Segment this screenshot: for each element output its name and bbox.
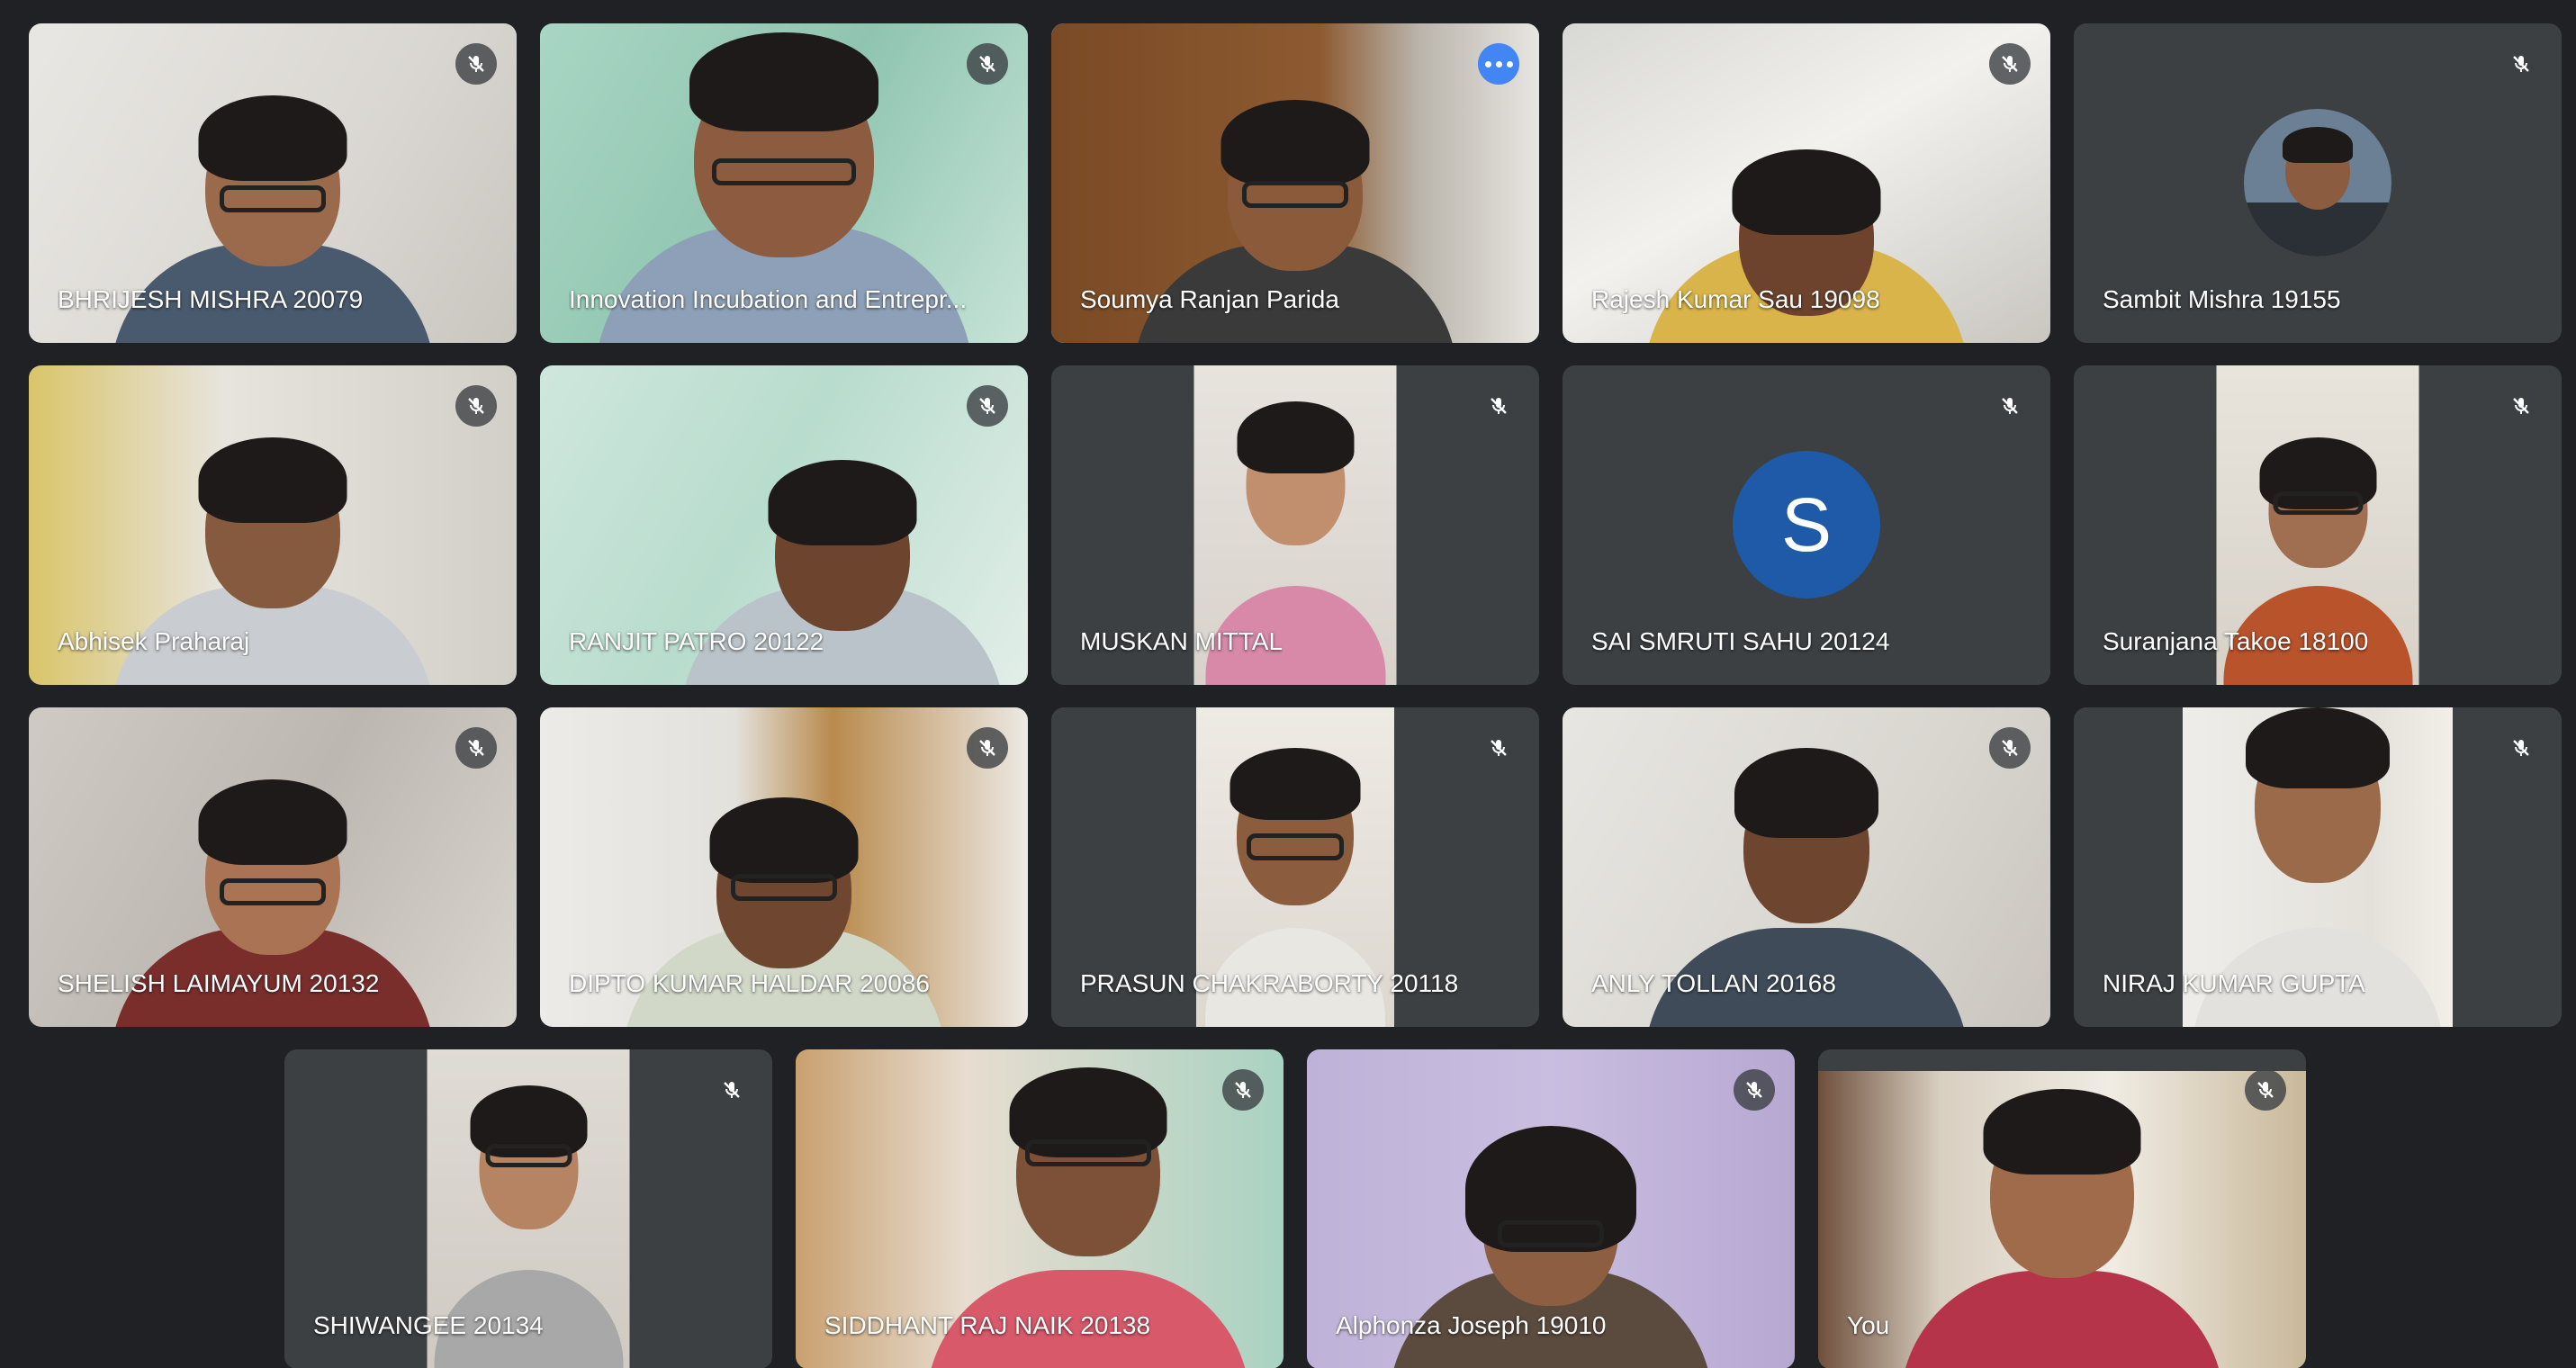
participant-name: ANLY TOLLAN 20168 — [1591, 969, 1836, 997]
participant-video — [1818, 1071, 2306, 1368]
participant-name: RANJIT PATRO 20122 — [569, 627, 824, 655]
mic-off-icon — [455, 43, 497, 85]
mic-off-icon — [1734, 1069, 1775, 1111]
participant-name: Soumya Ranjan Parida — [1080, 285, 1339, 313]
mic-off-icon — [1989, 727, 2031, 769]
participant-tile[interactable]: BHRIJESH MISHRA 20079 — [29, 23, 517, 343]
participant-name: You — [1847, 1311, 1890, 1339]
participant-tile[interactable]: Suranjana Takoe 18100 — [2074, 365, 2562, 685]
mic-off-icon — [2245, 1069, 2286, 1111]
participant-name: Suranjana Takoe 18100 — [2103, 627, 2369, 655]
participant-avatar — [2244, 109, 2391, 256]
mic-off-icon — [455, 727, 497, 769]
participant-tile-self[interactable]: You — [1818, 1049, 2306, 1368]
participant-tile[interactable]: SHELISH LAIMAYUM 20132 — [29, 707, 517, 1027]
participant-name: Alphonza Joseph 19010 — [1336, 1311, 1607, 1339]
participant-name: Innovation Incubation and Entrepr... — [569, 285, 968, 313]
participant-name: Sambit Mishra 19155 — [2103, 285, 2341, 313]
mic-off-icon — [711, 1069, 752, 1111]
participant-tile[interactable]: MUSKAN MITTAL — [1051, 365, 1539, 685]
participant-tile[interactable]: DIPTO KUMAR HALDAR 20086 — [540, 707, 1028, 1027]
participant-name: Rajesh Kumar Sau 19098 — [1591, 285, 1880, 313]
mic-off-icon — [455, 385, 497, 427]
participant-tile[interactable]: PRASUN CHAKRABORTY 20118 — [1051, 707, 1539, 1027]
mic-off-icon — [1478, 727, 1519, 769]
participant-name: MUSKAN MITTAL — [1080, 627, 1283, 655]
mic-off-icon — [2500, 385, 2542, 427]
participant-tile-camera-off[interactable]: S SAI SMRUTI SAHU 20124 — [1563, 365, 2050, 685]
participant-tile[interactable]: ANLY TOLLAN 20168 — [1563, 707, 2050, 1027]
mic-off-icon — [2500, 727, 2542, 769]
mic-off-icon — [1222, 1069, 1264, 1111]
mic-off-icon — [967, 727, 1008, 769]
participant-tile[interactable]: Alphonza Joseph 19010 — [1307, 1049, 1795, 1368]
participant-tile[interactable]: SIDDHANT RAJ NAIK 20138 — [796, 1049, 1283, 1368]
participant-tile-camera-off[interactable]: Sambit Mishra 19155 — [2074, 23, 2562, 343]
participant-avatar-letter: S — [1733, 451, 1880, 598]
participant-tile-active[interactable]: Soumya Ranjan Parida — [1051, 23, 1539, 343]
participant-tile[interactable]: Innovation Incubation and Entrepr... — [540, 23, 1028, 343]
participant-name: DIPTO KUMAR HALDAR 20086 — [569, 969, 930, 997]
mic-off-icon — [2500, 43, 2542, 85]
participant-name: SHELISH LAIMAYUM 20132 — [58, 969, 380, 997]
participant-tile[interactable]: SHIWANGEE 20134 — [284, 1049, 772, 1368]
mic-off-icon — [967, 43, 1008, 85]
participant-name: SAI SMRUTI SAHU 20124 — [1591, 627, 1890, 655]
participant-tile[interactable]: Rajesh Kumar Sau 19098 — [1563, 23, 2050, 343]
participant-tile[interactable]: RANJIT PATRO 20122 — [540, 365, 1028, 685]
participant-name: BHRIJESH MISHRA 20079 — [58, 285, 364, 313]
participant-name: SIDDHANT RAJ NAIK 20138 — [824, 1311, 1151, 1339]
participant-name: SHIWANGEE 20134 — [313, 1311, 544, 1339]
mic-off-icon — [1478, 385, 1519, 427]
participant-name: PRASUN CHAKRABORTY 20118 — [1080, 969, 1459, 997]
participant-name: NIRAJ KUMAR GUPTA — [2103, 969, 2365, 997]
participant-tile[interactable]: Abhisek Praharaj — [29, 365, 517, 685]
mic-off-icon — [1989, 385, 2031, 427]
participant-name: Abhisek Praharaj — [58, 627, 250, 655]
meeting-grid: BHRIJESH MISHRA 20079 Innovation Incubat… — [0, 0, 2576, 1368]
mic-off-icon — [1989, 43, 2031, 85]
participant-tile[interactable]: NIRAJ KUMAR GUPTA — [2074, 707, 2562, 1027]
more-options-icon[interactable] — [1478, 43, 1519, 85]
mic-off-icon — [967, 385, 1008, 427]
